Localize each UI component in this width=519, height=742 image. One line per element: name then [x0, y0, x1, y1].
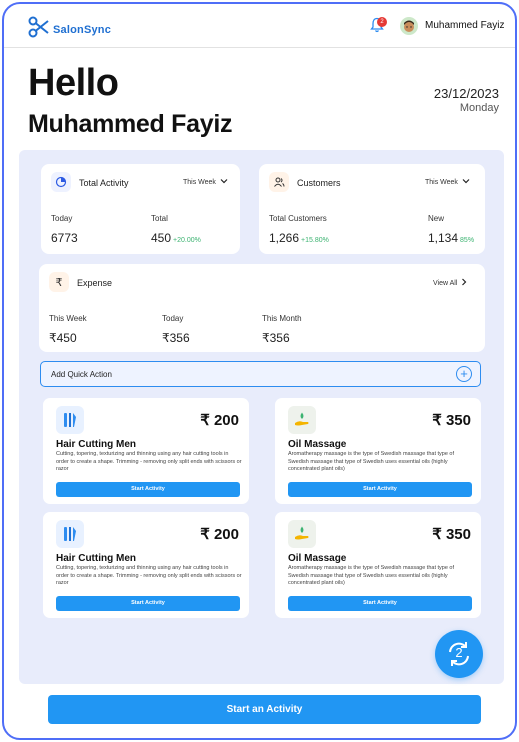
view-all-link[interactable]: View All	[433, 278, 467, 288]
service-description: Cutting, topering, texturizing and thinn…	[56, 451, 242, 472]
period-label: This Week	[183, 178, 216, 186]
service-description: Cutting, topering, texturizing and thinn…	[56, 565, 242, 586]
activity-chart-icon	[51, 172, 71, 192]
chevron-down-icon	[220, 178, 228, 186]
start-activity-button[interactable]: Start Activity	[288, 596, 472, 611]
total-change: +20.00%	[173, 237, 201, 244]
total-customers-label: Total Customers	[269, 214, 327, 223]
sync-count: 2	[455, 645, 463, 660]
service-card: ₹ 200 Hair Cutting Men Cutting, topering…	[43, 398, 249, 504]
service-description: Aromatherapy massage is the type of Swed…	[288, 451, 455, 472]
service-price: ₹ 200	[200, 412, 239, 429]
app-frame: SalonSync 2 Muhammed Fayiz Hello Muhamme…	[2, 2, 517, 740]
total-value: 450	[151, 231, 172, 245]
plus-circle-icon[interactable]: +	[456, 366, 472, 382]
card-title: Total Activity	[79, 178, 129, 188]
today-label: Today	[162, 314, 184, 323]
logo[interactable]: SalonSync	[28, 16, 111, 43]
total-customers-value: 1,266	[269, 231, 300, 245]
dashboard-panel: Total Activity This Week Today 6773 Tota…	[19, 150, 504, 684]
chevron-down-icon	[462, 178, 470, 186]
service-card: ₹ 200 Hair Cutting Men Cutting, topering…	[43, 512, 249, 618]
period-label: This Week	[425, 178, 458, 186]
rupee-icon: ₹	[49, 272, 69, 292]
service-name: Hair Cutting Men	[56, 439, 136, 450]
new-customers-value: 1,134	[428, 231, 459, 245]
view-all-label: View All	[433, 279, 458, 287]
customers-icon	[269, 172, 289, 192]
top-header: SalonSync 2 Muhammed Fayiz	[4, 4, 515, 48]
hair-cutting-icon	[56, 520, 84, 548]
service-price: ₹ 350	[432, 526, 471, 543]
greeting-name: Muhammed Fayiz	[28, 110, 233, 138]
today-label: Today	[51, 214, 73, 223]
this-month-label: This Month	[262, 314, 302, 323]
period-select[interactable]: This Week	[425, 178, 470, 186]
total-value-group: 450 +20.00%	[151, 231, 201, 245]
sync-fab-button[interactable]: 2	[435, 630, 483, 678]
service-description: Aromatherapy massage is the type of Swed…	[288, 565, 455, 586]
service-card: ₹ 350 Oil Massage Aromatherapy massage i…	[275, 512, 481, 618]
customers-card: Customers This Week Total Customers 1,26…	[259, 164, 485, 254]
expense-card: ₹ Expense View All This Week ₹450 Today …	[39, 264, 485, 352]
add-quick-action-label: Add Quick Action	[51, 370, 112, 379]
hair-cutting-icon	[56, 406, 84, 434]
today-value: ₹356	[162, 331, 190, 345]
card-title: Expense	[77, 278, 113, 288]
service-name: Oil Massage	[288, 553, 347, 564]
this-week-label: This Week	[49, 314, 87, 323]
logo-text: SalonSync	[53, 23, 112, 36]
period-select[interactable]: This Week	[183, 178, 228, 186]
new-customers-change: 85%	[460, 237, 475, 244]
notification-badge: 2	[377, 17, 387, 27]
oil-massage-icon	[288, 520, 316, 548]
total-customers-group: 1,266 +15.80%	[269, 231, 329, 245]
scissors-logo-icon	[28, 16, 50, 43]
start-activity-button[interactable]: Start Activity	[288, 482, 472, 497]
service-name: Hair Cutting Men	[56, 553, 136, 564]
add-quick-action-bar[interactable]: Add Quick Action +	[40, 361, 481, 387]
start-an-activity-button[interactable]: Start an Activity	[48, 695, 481, 724]
service-card: ₹ 350 Oil Massage Aromatherapy massage i…	[275, 398, 481, 504]
card-title: Customers	[297, 178, 341, 188]
service-name: Oil Massage	[288, 439, 347, 450]
new-customers-group: 1,134 85%	[428, 231, 474, 245]
chevron-right-icon	[461, 278, 467, 288]
service-price: ₹ 200	[200, 526, 239, 543]
service-price: ₹ 350	[432, 412, 471, 429]
avatar[interactable]	[400, 17, 418, 35]
user-name[interactable]: Muhammed Fayiz	[425, 20, 504, 31]
total-activity-card: Total Activity This Week Today 6773 Tota…	[41, 164, 240, 254]
current-day: Monday	[459, 102, 499, 114]
this-month-value: ₹356	[262, 331, 290, 345]
total-label: Total	[151, 214, 168, 223]
start-activity-button[interactable]: Start Activity	[56, 482, 240, 497]
start-activity-button[interactable]: Start Activity	[56, 596, 240, 611]
total-customers-change: +15.80%	[301, 237, 329, 244]
new-customers-label: New	[428, 214, 445, 223]
current-date: 23/12/2023	[433, 86, 499, 101]
this-week-value: ₹450	[49, 331, 77, 345]
today-value: 6773	[51, 231, 78, 245]
greeting-hello: Hello	[28, 62, 119, 104]
oil-massage-icon	[288, 406, 316, 434]
